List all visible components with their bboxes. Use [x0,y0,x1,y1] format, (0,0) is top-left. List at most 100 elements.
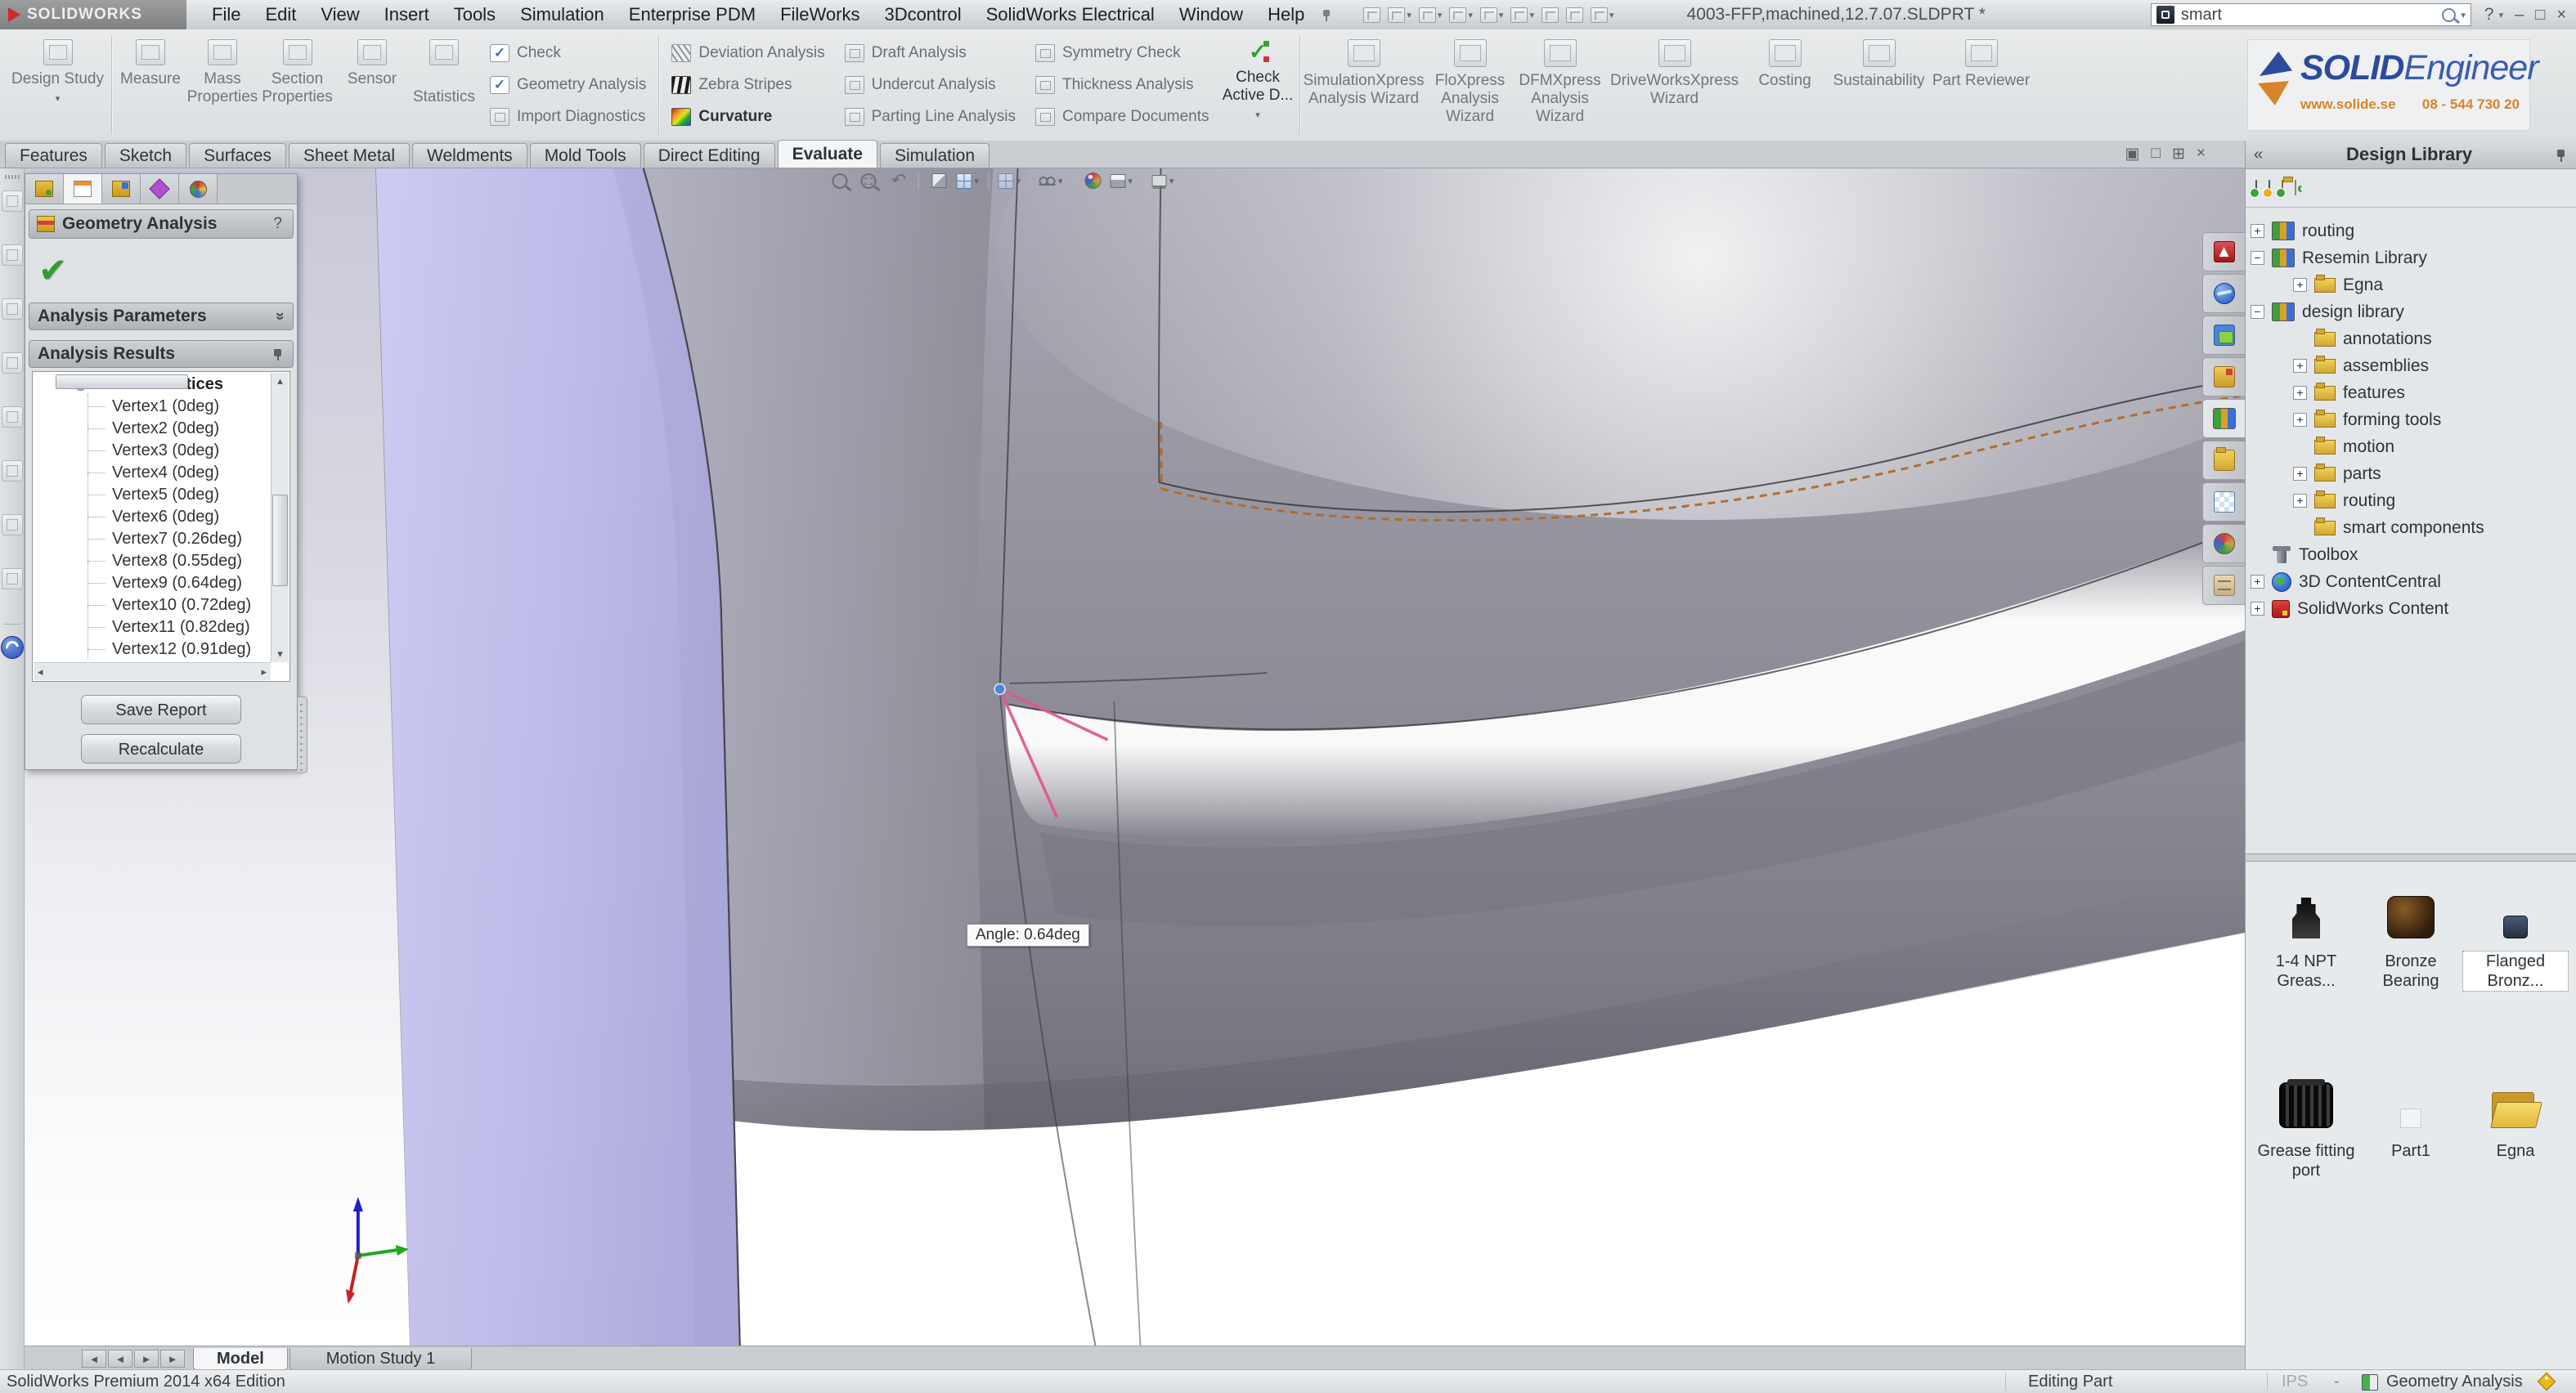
check-active-document-button[interactable]: ✓ Check Active D... ▾ [1219,29,1297,141]
doc-tile-icon[interactable]: ⊞ [2172,145,2185,163]
design-study-button[interactable]: Design Study ▾ [7,29,109,141]
graphics-viewport[interactable]: ⊞ 4003-FFP,machined,12.7.07... ↶ ▾ ▾ ▾ ▾ [25,168,2245,1346]
search-scope-icon[interactable] [2156,6,2174,24]
propertymanager-tab[interactable] [64,174,102,204]
tool-icon-7[interactable] [2,514,23,535]
menu-edit[interactable]: Edit [253,0,308,29]
menu-window[interactable]: Window [1167,0,1255,29]
expander-icon[interactable]: + [2251,575,2264,589]
file-properties-button[interactable] [1564,6,1586,25]
undo-button[interactable]: ▾ [1478,6,1506,25]
undercut-analysis-button[interactable]: Undercut Analysis [845,73,1016,97]
units-label[interactable]: IPS [2282,1373,2308,1391]
sustainability-button[interactable]: Sustainability [1826,29,1932,141]
menu-tools[interactable]: Tools [442,0,508,29]
scroll-left-icon[interactable]: ◂ [38,665,43,679]
tag-icon[interactable] [2538,1373,2556,1391]
collapse-panel-icon[interactable]: « [2254,146,2263,164]
compare-documents-button[interactable]: Compare Documents [1035,105,1209,129]
vertex-item[interactable]: Vertex2 (0deg) [34,418,271,440]
expander-icon[interactable]: − [2251,251,2264,265]
horizontal-scroll-thumb[interactable] [56,374,188,389]
tool-icon-2[interactable] [2,244,23,266]
expander-icon[interactable]: + [2293,413,2307,427]
configurationmanager-tab[interactable] [102,174,141,204]
tree-item-parts[interactable]: +parts [2293,460,2571,487]
recalculate-button[interactable]: Recalculate [81,734,241,764]
search-icon[interactable] [2442,8,2456,22]
vertex-item[interactable]: Vertex4 (0deg) [34,462,271,484]
custom-properties-tab[interactable] [2202,482,2245,522]
edit-appearance-button[interactable] [1080,168,1105,193]
apply-scene-button[interactable]: ▾ [1109,168,1133,193]
expander-icon[interactable]: + [2293,359,2307,373]
add-to-library-button[interactable] [2255,181,2257,195]
check-button[interactable]: ✓ Check [490,41,646,65]
scroll-up-icon[interactable]: ▴ [277,374,283,387]
display-style-button[interactable]: ▾ [997,168,1021,193]
document-properties-tab[interactable] [2202,566,2245,605]
tree-item-toolbox[interactable]: Toolbox [2251,541,2571,568]
thickness-analysis-button[interactable]: Thickness Analysis [1035,73,1209,97]
save-report-button[interactable]: Save Report [81,695,241,724]
expander-icon[interactable]: + [2293,386,2307,400]
tab-sheet-metal[interactable]: Sheet Metal [289,143,410,168]
sync-icon[interactable] [1,636,24,659]
vertical-scroll-thumb[interactable] [272,495,288,586]
vertex-item[interactable]: Vertex6 (0deg) [34,506,271,528]
curvature-button[interactable]: Curvature [671,105,824,129]
tab-sketch[interactable]: Sketch [105,143,186,168]
view-orientation-button[interactable]: ▾ [955,168,980,193]
simulationxpress-button[interactable]: SimulationXpress Analysis Wizard [1303,29,1425,141]
tree-item-design-library[interactable]: −design library [2251,298,2571,325]
tree-item-resemin-library[interactable]: −Resemin Library [2251,244,2571,271]
menu-help[interactable]: Help [1255,0,1317,29]
expander-icon[interactable]: + [2293,494,2307,508]
view-settings-button[interactable]: ▾ [1151,168,1175,193]
rebuild-button[interactable] [1539,6,1561,25]
menu-insert[interactable]: Insert [372,0,442,29]
zoom-to-area-button[interactable] [856,168,881,193]
doc-minimize-icon[interactable]: □ [2151,145,2160,163]
tab-evaluate[interactable]: Evaluate [778,140,877,168]
library-item-egna-folder[interactable]: Egna [2463,1076,2568,1265]
search-caret-icon[interactable]: ▾ [2461,10,2466,20]
tree-item-routing-sub[interactable]: +routing [2293,487,2571,514]
scroll-down-icon[interactable]: ▾ [277,647,283,661]
parting-line-analysis-button[interactable]: Parting Line Analysis [845,105,1016,129]
print-button[interactable]: ▾ [1447,6,1475,25]
new-file-button[interactable] [1361,6,1383,25]
expander-icon[interactable]: + [2251,602,2264,616]
costing-button[interactable]: Costing [1744,29,1826,141]
solidworks-resources-tab[interactable] [2202,232,2245,271]
tab-features[interactable]: Features [5,143,102,168]
menu-view[interactable]: View [308,0,371,29]
tool-icon-5[interactable] [2,406,23,428]
tree-item-3d-contentcentral[interactable]: +3D ContentCentral [2251,568,2571,595]
tool-icon-4[interactable] [2,352,23,374]
section-view-button[interactable] [927,168,951,193]
solidworks-forum-tab[interactable] [2202,274,2245,313]
expander-icon[interactable]: + [2293,278,2307,292]
menu-file[interactable]: File [200,0,253,29]
vertex-item[interactable]: Vertex5 (0deg) [34,484,271,506]
zebra-stripes-button[interactable]: Zebra Stripes [671,73,824,97]
vertex-item[interactable]: Vertex7 (0.26deg) [34,528,271,550]
doc-close-icon[interactable]: × [2197,145,2206,163]
library-item-grease-fitting-port[interactable]: Grease fitting port [2254,1076,2358,1265]
vertex-item[interactable]: Vertex1 (0deg) [34,396,271,418]
view-palette-tab[interactable] [2202,357,2245,396]
create-new-folder-button[interactable] [2282,181,2283,195]
tab-motion-study[interactable]: Motion Study 1 [289,1348,472,1371]
save-button[interactable]: ▾ [1416,6,1445,25]
panel-help-icon[interactable]: ? [270,215,285,233]
analysis-parameters-header[interactable]: Analysis Parameters « [29,302,294,330]
deviation-analysis-button[interactable]: Deviation Analysis [671,41,824,65]
dimxpertmanager-tab[interactable] [141,174,179,204]
driveworksxpress-button[interactable]: DriveWorksXpress Wizard [1605,29,1744,141]
tool-icon-3[interactable] [2,298,23,320]
tree-item-forming-tools[interactable]: +forming tools [2293,406,2571,433]
search-input[interactable] [2179,5,2437,25]
file-explorer-tab[interactable] [2202,316,2245,355]
tree-item-routing[interactable]: +routing [2251,217,2571,244]
